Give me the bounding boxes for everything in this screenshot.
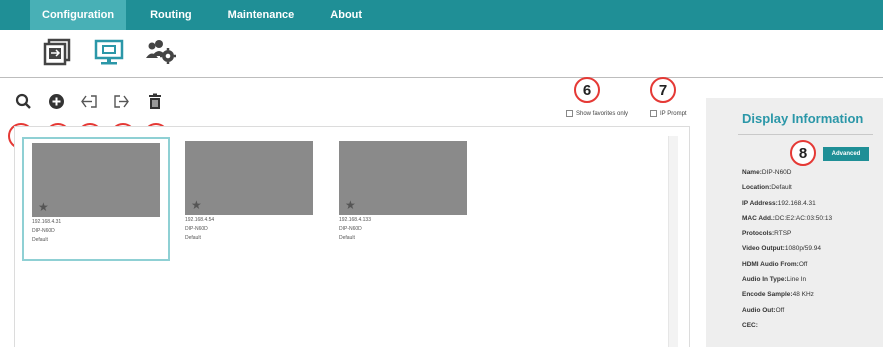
tab-routing[interactable]: Routing: [138, 0, 204, 30]
callout-7: 7: [650, 77, 676, 103]
info-hdmi-audio-from: HDMI Audio From:Off: [742, 260, 808, 268]
device-location: Default: [185, 235, 201, 241]
device-name: DIP-N60D: [32, 228, 55, 234]
info-video-output: Video Output:1080p/59.94: [742, 245, 822, 253]
add-icon[interactable]: [47, 92, 65, 110]
ip-prompt-checkbox[interactable]: IP Prompt: [650, 110, 687, 117]
users-settings-icon[interactable]: [144, 36, 178, 68]
advanced-button[interactable]: Advanced: [823, 147, 869, 161]
info-ip-address: IP Address:192.168.4.31: [742, 199, 816, 207]
display-info-divider: [738, 134, 873, 135]
favorite-star-icon[interactable]: ★: [191, 199, 202, 211]
device-ip: 192.168.4.133: [339, 217, 371, 223]
device-location: Default: [32, 237, 48, 243]
device-ip: 192.168.4.54: [185, 217, 215, 223]
info-mac-address: MAC Add.:DC:E2:AC:03:50:13: [742, 214, 833, 222]
device-location: Default: [339, 235, 355, 241]
device-card[interactable]: ★ 192.168.4.133 DIP-N60D Default: [331, 137, 479, 261]
info-protocols: Protocols:RTSP: [742, 230, 792, 238]
checkbox-box[interactable]: [566, 110, 573, 117]
device-toolbar: [14, 92, 164, 110]
display-icon[interactable]: [92, 36, 126, 68]
device-ip: 192.168.4.31: [32, 219, 62, 225]
device-thumbnail: ★: [185, 141, 313, 215]
ip-prompt-label: IP Prompt: [660, 110, 687, 117]
info-audio-in-type: Audio In Type:Line In: [742, 276, 807, 284]
device-thumbnail: ★: [32, 143, 160, 217]
info-name: Name:DIP-N60D: [742, 169, 792, 176]
callout-8: 8: [790, 140, 816, 166]
tab-about[interactable]: About: [318, 0, 374, 30]
search-icon[interactable]: [14, 92, 32, 110]
display-info-list: Name:DIP-N60D Location:Default IP Addres…: [742, 169, 877, 337]
app-root: Configuration Routing Maintenance About: [0, 0, 883, 347]
device-list-scrollbar[interactable]: [668, 136, 678, 347]
device-card[interactable]: ★ 192.168.4.31 DIP-N60D Default: [22, 137, 170, 261]
export-icon[interactable]: [113, 92, 131, 110]
mode-bar: [40, 36, 178, 68]
info-cec: CEC:: [742, 321, 758, 329]
checkbox-box[interactable]: [650, 110, 657, 117]
top-nav: Configuration Routing Maintenance About: [0, 0, 883, 30]
device-thumbnail: ★: [339, 141, 467, 215]
header-divider: [0, 77, 883, 78]
tab-maintenance[interactable]: Maintenance: [216, 0, 307, 30]
display-info-title: Display Information: [742, 111, 864, 126]
info-location: Location:Default: [742, 184, 792, 192]
device-name: DIP-N60D: [339, 226, 362, 232]
transmitter-icon[interactable]: [40, 36, 74, 68]
tab-configuration[interactable]: Configuration: [30, 0, 127, 30]
device-card[interactable]: ★ 192.168.4.54 DIP-N60D Default: [177, 137, 325, 261]
import-icon[interactable]: [80, 92, 98, 110]
delete-icon[interactable]: [146, 92, 164, 110]
favorite-star-icon[interactable]: ★: [345, 199, 356, 211]
info-encode-sample: Encode Sample:48 KHz: [742, 291, 814, 299]
info-audio-out: Audio Out:Off: [742, 306, 785, 314]
callout-6: 6: [574, 77, 600, 103]
favorite-star-icon[interactable]: ★: [38, 201, 49, 213]
show-favorites-checkbox[interactable]: Show favorites only: [566, 110, 628, 117]
device-name: DIP-N60D: [185, 226, 208, 232]
show-favorites-label: Show favorites only: [576, 110, 629, 117]
